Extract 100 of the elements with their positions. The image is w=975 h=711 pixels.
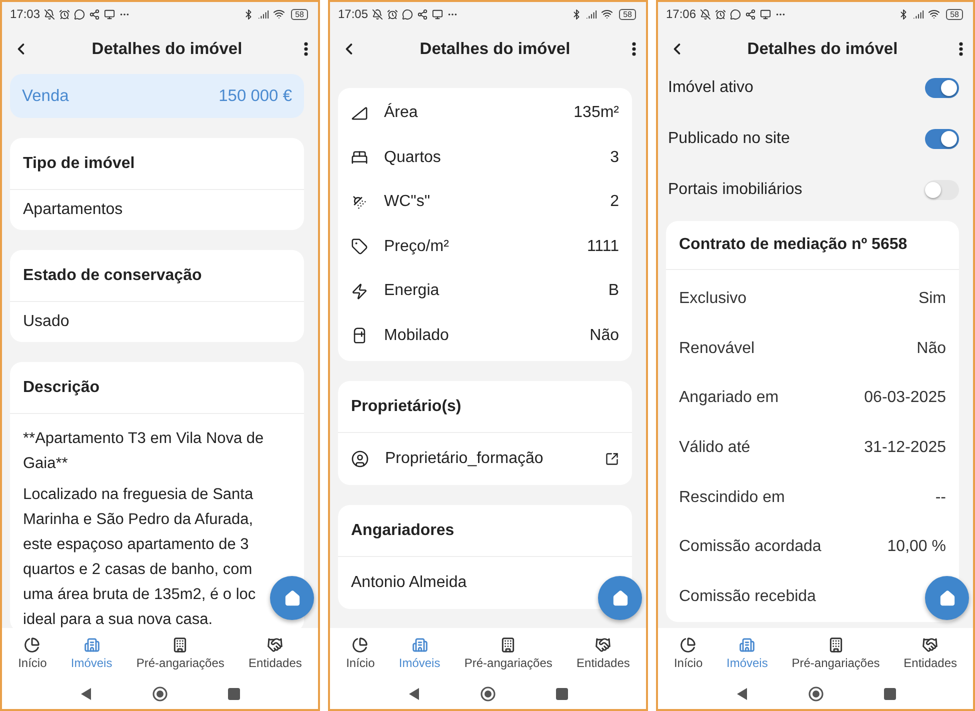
buildings-icon xyxy=(84,636,100,652)
recents-nav-button[interactable] xyxy=(556,688,568,700)
feature-label: Área xyxy=(384,104,419,122)
nav-tab[interactable]: Imóveis xyxy=(398,636,440,670)
contract-label: Renovável xyxy=(679,340,756,358)
pie-chart-icon xyxy=(680,636,696,652)
monitor-icon xyxy=(104,8,116,20)
contract-label: Comissão acordada xyxy=(679,538,822,556)
contract-value: 06-03-2025 xyxy=(864,389,946,408)
description-paragraph: **Apartamento T3 em Vila Nova de Gaia** xyxy=(23,429,264,474)
home-nav-button[interactable] xyxy=(152,686,168,702)
battery-level: 58 xyxy=(946,8,963,20)
buildings-icon xyxy=(739,636,756,652)
house-icon xyxy=(938,590,956,606)
feature-label: Energia xyxy=(384,282,440,300)
monitor-icon xyxy=(760,8,772,20)
nav-tab[interactable]: Pré-angariações xyxy=(464,636,552,670)
cabinet-icon xyxy=(351,327,368,344)
feature-label: Mobilado xyxy=(384,326,450,345)
bell-off-icon xyxy=(44,8,56,20)
feature-value: B xyxy=(608,282,619,300)
handshake-icon xyxy=(922,636,938,652)
building-icon xyxy=(500,636,516,652)
back-nav-button[interactable] xyxy=(80,686,92,700)
nav-tab[interactable]: Início xyxy=(674,636,703,670)
back-nav-button[interactable] xyxy=(408,686,420,700)
pie-chart-icon xyxy=(352,636,368,652)
recents-nav-button[interactable] xyxy=(228,688,240,700)
more-menu-button[interactable] xyxy=(959,42,963,56)
monitor-icon xyxy=(432,8,444,20)
buildings-icon xyxy=(412,636,428,652)
house-icon xyxy=(284,590,300,606)
description-paragraph: Localizado na freguesia de Santa Marinha e São Pedro da Afurada, este espaçoso apartamento de 3 quartos e 2 casas de banho, com uma área bruta de 135m2, é o loc ideal para a sua nova casa. xyxy=(23,485,256,628)
status-time: 17:05 xyxy=(338,7,368,21)
nav-tab[interactable]: Imóveis xyxy=(726,636,768,670)
screen-title: Detalhes do imóvel xyxy=(90,40,244,58)
toggle-switch[interactable] xyxy=(925,180,959,200)
tag-icon xyxy=(351,238,368,256)
person-name: Antonio Almeida xyxy=(351,574,468,592)
feature-value: 3 xyxy=(610,148,619,167)
home-nav-button[interactable] xyxy=(808,686,824,702)
nav-tab[interactable]: Entidades xyxy=(248,636,302,670)
card-title: Contrato de mediação nº 5658 xyxy=(666,221,959,270)
bluetooth-icon xyxy=(243,8,254,20)
toggle-label: Portais imobiliários xyxy=(668,180,804,198)
feature-label: Quartos xyxy=(384,148,442,167)
contract-value: Não xyxy=(916,340,946,358)
nav-tab[interactable]: Pré-angariações xyxy=(792,636,880,670)
home-button[interactable] xyxy=(598,576,642,620)
card-value: Apartamentos xyxy=(22,200,124,220)
contract-label: Rescindido em xyxy=(679,488,786,507)
contract-value: Sim xyxy=(918,290,946,308)
chat-icon xyxy=(730,8,742,20)
lightning-icon xyxy=(351,282,368,300)
user-icon xyxy=(351,450,369,468)
deal-type: Venda xyxy=(22,86,69,106)
building-icon xyxy=(172,636,188,652)
nav-tab[interactable]: Início xyxy=(18,636,47,670)
screen-title: Detalhes do imóvel xyxy=(418,40,572,58)
toggle-switch[interactable] xyxy=(925,78,959,98)
handshake-icon xyxy=(595,636,612,652)
handshake-icon xyxy=(267,636,284,652)
more-icon xyxy=(959,42,963,56)
contract-label: Exclusivo xyxy=(679,290,748,308)
recents-nav-button[interactable] xyxy=(884,688,896,700)
chat-icon xyxy=(74,8,86,20)
feature-label: WC"s" xyxy=(384,193,432,212)
owner-link[interactable]: Proprietário_formação xyxy=(385,450,589,468)
signal-icon xyxy=(913,8,924,20)
feature-value: 1111 xyxy=(586,238,619,256)
contract-value: 10,00 % xyxy=(887,538,946,556)
screen-title: Detalhes do imóvel xyxy=(746,40,899,58)
toggle-switch[interactable] xyxy=(925,128,959,148)
external-link-icon[interactable] xyxy=(605,452,619,466)
battery-level: 58 xyxy=(291,8,308,20)
card-title: Descrição xyxy=(10,362,304,414)
card-value: Usado xyxy=(22,312,70,332)
chat-icon xyxy=(402,8,414,20)
share-icon xyxy=(745,8,756,20)
nav-tab[interactable]: Início xyxy=(346,636,375,670)
card-title: Estado de conservação xyxy=(10,250,304,302)
status-time: 17:03 xyxy=(10,7,40,21)
nav-tab[interactable]: Pré-angariações xyxy=(136,636,224,670)
nav-tab[interactable]: Entidades xyxy=(576,636,630,670)
more-icon xyxy=(632,42,636,56)
contract-value: 31-12-2025 xyxy=(864,438,946,457)
nav-tab[interactable]: Entidades xyxy=(904,636,958,670)
more-menu-button[interactable] xyxy=(304,42,308,56)
back-nav-button[interactable] xyxy=(736,686,748,700)
card-title: Proprietário(s) xyxy=(338,381,632,433)
toggle-label: Publicado no site xyxy=(668,130,791,148)
home-nav-button[interactable] xyxy=(480,686,496,702)
card-title: Angariadores xyxy=(338,505,632,557)
nav-tab[interactable]: Imóveis xyxy=(70,636,112,670)
price: 150 000 € xyxy=(218,86,292,106)
status-time: 17:06 xyxy=(666,7,696,21)
building-icon xyxy=(828,636,844,652)
more-menu-button[interactable] xyxy=(632,42,636,56)
alarm-icon xyxy=(715,8,726,20)
signal-icon xyxy=(258,8,270,20)
